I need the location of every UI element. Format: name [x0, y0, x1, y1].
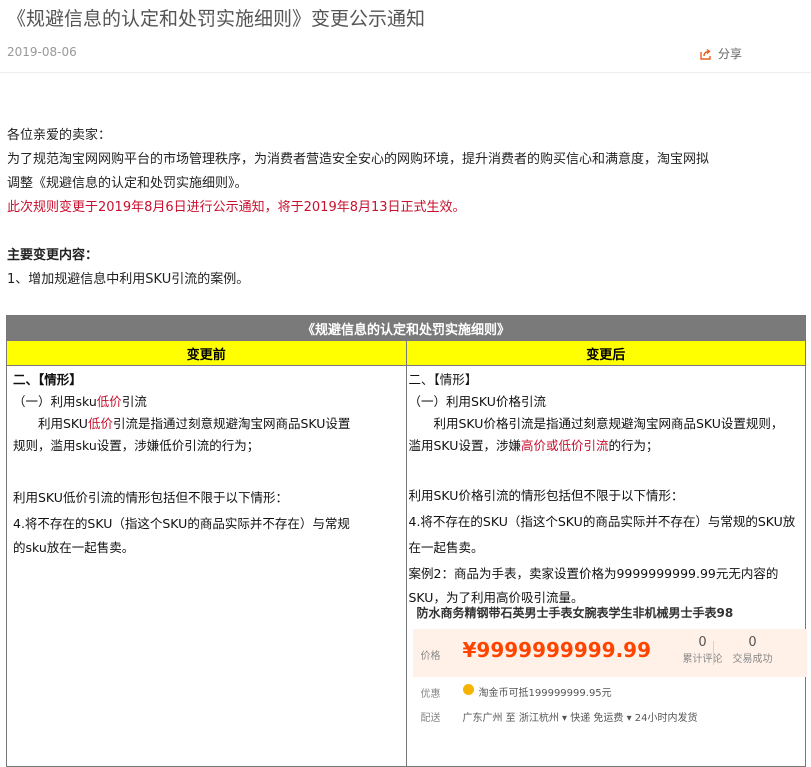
shipping-text: 广东广州 至 浙江杭州 ▾ 快递 免运费 ▾ 24小时内发货 — [462, 713, 698, 724]
before-subheading: （一）利用sku低价引流 — [13, 394, 147, 409]
share-button[interactable]: 分享 — [700, 45, 742, 62]
shipping-label: 配送 — [420, 713, 441, 724]
stat-divider — [712, 641, 714, 665]
sales-label: 交易成功 — [732, 654, 773, 665]
reviews-stat: 0 累计评论 — [683, 635, 723, 665]
rules-comparison-table: 《规避信息的认定和处罚实施细则》 变更前 变更后 二、【情形】 （一）利用sku… — [6, 315, 807, 767]
sales-count: 0 — [748, 635, 757, 650]
after-item4-line1: 4.将不存在的SKU（指这个SKU的商品实际并不存在）与常规的SKU放 — [408, 514, 796, 529]
greeting: 各位亲爱的卖家： — [7, 128, 112, 143]
before-definition-line2: 规则，滥用sku设置，涉嫌低价引流的行为； — [13, 438, 260, 453]
after-cell: 二、【情形】 （一）利用SKU价格引流 利用SKU价格引流是指通过刻意规避淘宝网… — [405, 365, 807, 767]
before-item4-line1: 4.将不存在的SKU（指这个SKU的商品实际并不存在）与常规 — [13, 516, 350, 531]
reviews-count: 0 — [698, 635, 707, 650]
table-title: 《规避信息的认定和处罚实施细则》 — [6, 315, 806, 341]
after-case2-line1: 案例2：商品为手表，卖家设置价格为9999999999.99元无内容的 — [408, 566, 779, 581]
promo-text: 淘金币可抵199999999.95元 — [478, 688, 612, 699]
share-icon — [700, 48, 711, 60]
shipping-row: 配送 广东广州 至 浙江杭州 ▾ 快递 免运费 ▾ 24小时内发货 — [413, 703, 807, 727]
price-label: 价格 — [420, 651, 441, 662]
after-definition-line2: 滥用SKU设置，涉嫌高价或低价引流的行为； — [408, 438, 659, 453]
after-definition-line1: 利用SKU价格引流是指通过刻意规避淘宝网商品SKU设置规则， — [408, 416, 784, 431]
coin-icon — [462, 684, 474, 695]
page-title: 《规避信息的认定和处罚实施细则》变更公示通知 — [7, 8, 426, 30]
before-cell: 二、【情形】 （一）利用sku低价引流 利用SKU低价引流是指通过刻意规避淘宝网… — [6, 365, 407, 767]
after-cases-intro: 利用SKU价格引流的情形包括但不限于以下情形： — [408, 488, 684, 503]
changes-heading: 主要变更内容： — [7, 248, 99, 263]
after-subheading: （一）利用SKU价格引流 — [408, 394, 546, 409]
promo-row: 优惠 淘金币可抵199999999.95元 — [413, 677, 807, 703]
before-section-heading: 二、【情形】 — [13, 372, 82, 387]
intro-paragraph-line2: 调整《规避信息的认定和处罚实施细则》。 — [7, 176, 248, 191]
before-cases-intro: 利用SKU低价引流的情形包括但不限于以下情形： — [13, 490, 288, 505]
product-screenshot: 防水商务精钢带石英男士手表女腕表学生非机械男士手表98 价格 ¥99999999… — [412, 604, 807, 727]
before-definition-line1: 利用SKU低价引流是指通过刻意规避淘宝网商品SKU设置 — [13, 416, 351, 431]
column-header-before: 变更前 — [6, 340, 407, 366]
price-panel: 价格 ¥9999999999.99 0 累计评论 0 交易成功 — [412, 629, 807, 677]
header-divider — [0, 72, 811, 73]
after-item4-line2: 在一起售卖。 — [408, 540, 484, 555]
after-section-heading: 二、【情形】 — [408, 372, 478, 387]
price-value: ¥9999999999.99 — [462, 638, 652, 662]
intro-paragraph-line1: 为了规范淘宝网网购平台的市场管理秩序，为消费者营造安全安心的网购环境，提升消费者… — [7, 152, 710, 167]
promo-label: 优惠 — [420, 689, 441, 700]
sales-stat: 0 交易成功 — [733, 635, 773, 665]
column-header-after: 变更后 — [405, 340, 806, 366]
before-item4-line2: 的sku放在一起售卖。 — [13, 540, 135, 555]
change-item: 1、增加规避信息中利用SKU引流的案例。 — [7, 272, 250, 287]
product-title: 防水商务精钢带石英男士手表女腕表学生非机械男士手表98 — [416, 606, 734, 620]
reviews-label: 累计评论 — [682, 654, 723, 665]
effective-notice: 此次规则变更于2019年8月6日进行公示通知，将于2019年8月13日正式生效。 — [7, 200, 466, 215]
share-label: 分享 — [718, 47, 743, 61]
publish-date: 2019-08-06 — [7, 45, 77, 59]
